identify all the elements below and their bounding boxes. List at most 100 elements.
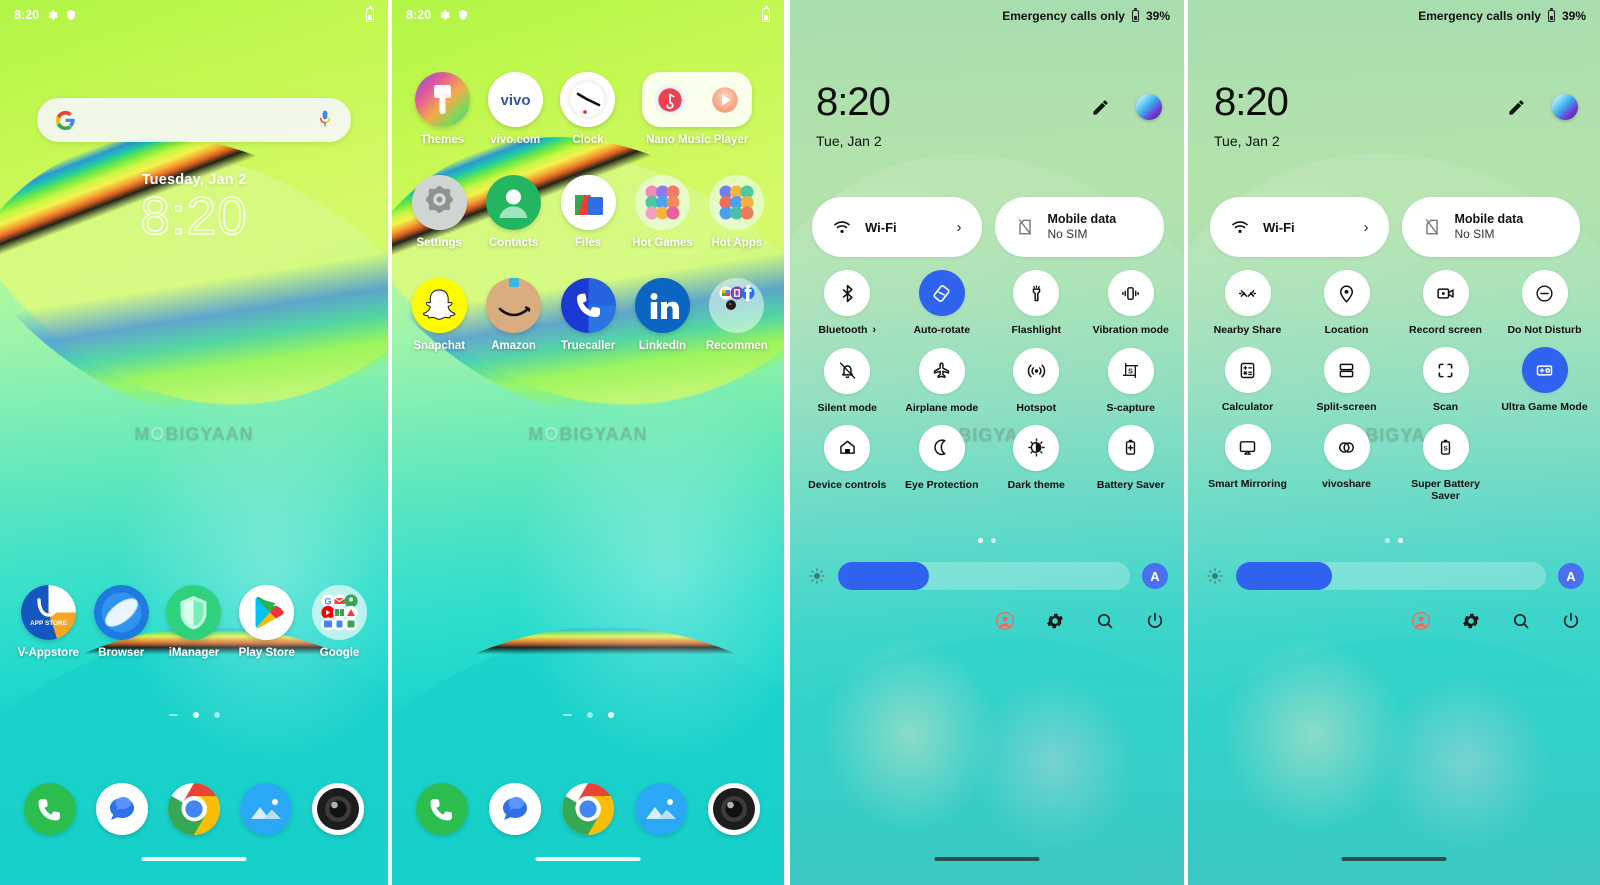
- tile-flashlight[interactable]: Flashlight: [989, 270, 1084, 337]
- dock-app-camera[interactable]: [302, 783, 374, 835]
- dock-app-gallery[interactable]: [624, 783, 697, 835]
- search-icon[interactable]: [1094, 610, 1116, 632]
- app-amazon[interactable]: Amazon: [476, 278, 550, 352]
- app-linkedin[interactable]: LinkedIn: [625, 278, 699, 352]
- nano-music-player-widget[interactable]: [642, 72, 753, 127]
- dock-app-messages[interactable]: [479, 783, 552, 835]
- dock-app-messages[interactable]: [86, 783, 158, 835]
- tile-location[interactable]: Location: [1297, 270, 1396, 336]
- home-app-play-store[interactable]: Play Store: [230, 585, 303, 659]
- widget-nano-music-player[interactable]: Nano Music Player: [624, 72, 770, 146]
- navigation-bar-handle[interactable]: [141, 857, 247, 861]
- home-app-imanager[interactable]: iManager: [158, 585, 231, 659]
- app-snapchat[interactable]: Snapchat: [402, 278, 476, 352]
- page-dot[interactable]: [1398, 538, 1403, 543]
- mobile-data-card[interactable]: Mobile data No SIM: [1401, 197, 1580, 257]
- qs-page-indicator[interactable]: [1188, 538, 1600, 543]
- tile-do-not-disturb[interactable]: Do Not Disturb: [1495, 270, 1594, 336]
- app-files[interactable]: Files: [551, 175, 625, 249]
- navigation-bar-handle[interactable]: [934, 857, 1040, 861]
- navigation-bar-handle[interactable]: [535, 857, 641, 861]
- page-indicator[interactable]: [392, 712, 784, 718]
- mobile-data-title: Mobile data: [1454, 211, 1524, 226]
- home-app-v-appstore[interactable]: APP STORE V-Appstore: [12, 585, 85, 659]
- dock-app-phone[interactable]: [14, 783, 86, 835]
- page-dot[interactable]: [192, 712, 199, 718]
- folder-hot-games[interactable]: Hot Games: [625, 175, 699, 249]
- user-icon[interactable]: [994, 610, 1016, 632]
- page-dot[interactable]: [978, 538, 983, 543]
- brightness-slider[interactable]: [1236, 562, 1546, 590]
- microphone-icon[interactable]: [317, 109, 333, 131]
- tile-split-screen[interactable]: Split-screen: [1297, 347, 1396, 413]
- wifi-card[interactable]: Wi-Fi ›: [812, 197, 982, 257]
- app-truecaller[interactable]: Truecaller: [551, 278, 625, 352]
- page-indicator[interactable]: [0, 712, 388, 718]
- mobile-data-card[interactable]: Mobile data No SIM: [994, 197, 1164, 257]
- page-dot[interactable]: [213, 712, 220, 718]
- brightness-slider[interactable]: [838, 562, 1130, 590]
- tile-dark-theme[interactable]: Dark theme: [989, 424, 1084, 491]
- search-icon[interactable]: [1510, 610, 1532, 632]
- page-dot[interactable]: [607, 712, 614, 718]
- tile-battery-saver[interactable]: Battery Saver: [1084, 424, 1179, 491]
- folder-hot-apps[interactable]: Hot Apps: [700, 175, 774, 249]
- power-icon[interactable]: [1144, 610, 1166, 632]
- auto-brightness-button[interactable]: A: [1142, 563, 1168, 589]
- app-themes[interactable]: Themes: [406, 72, 479, 146]
- home-folder-google[interactable]: G Google: [303, 585, 376, 659]
- tile-silent-mode[interactable]: Silent mode: [800, 347, 895, 414]
- page-dot[interactable]: [586, 712, 593, 718]
- vivo-blob-icon[interactable]: [1136, 94, 1162, 120]
- dock-app-gallery[interactable]: [230, 783, 302, 835]
- pencil-icon[interactable]: [1091, 98, 1110, 117]
- dock-app-camera[interactable]: [697, 783, 770, 835]
- tile-smart-mirroring[interactable]: Smart Mirroring: [1198, 424, 1297, 502]
- tile-calculator[interactable]: Calculator: [1198, 347, 1297, 413]
- dock-app-chrome[interactable]: [158, 783, 230, 835]
- chevron-right-icon[interactable]: ›: [1364, 219, 1369, 236]
- wifi-card[interactable]: Wi-Fi ›: [1210, 197, 1389, 257]
- app-vivo-com[interactable]: vivo vivo.com: [479, 72, 552, 146]
- tile-device-controls[interactable]: Device controls: [800, 424, 895, 491]
- page-dot[interactable]: [1385, 538, 1390, 543]
- tile-ultra-game-mode[interactable]: Ultra Game Mode: [1495, 347, 1594, 413]
- tile-airplane-mode[interactable]: Airplane mode: [895, 347, 990, 414]
- tile-auto-rotate[interactable]: Auto-rotate: [895, 270, 990, 337]
- clock-widget[interactable]: Tuesday, Jan 2 8:20: [0, 172, 388, 244]
- auto-brightness-button[interactable]: A: [1558, 563, 1584, 589]
- user-icon[interactable]: [1410, 610, 1432, 632]
- qs-page-indicator[interactable]: [790, 538, 1184, 543]
- tile-s-capture[interactable]: S S-capture: [1084, 347, 1179, 414]
- tile-nearby-share[interactable]: Nearby Share: [1198, 270, 1297, 336]
- tile-record-screen[interactable]: Record screen: [1396, 270, 1495, 336]
- chevron-right-icon[interactable]: ›: [872, 324, 876, 337]
- tile-super-battery-saver[interactable]: S Super Battery Saver: [1396, 424, 1495, 502]
- navigation-bar-handle[interactable]: [1341, 857, 1447, 861]
- power-icon[interactable]: [1560, 610, 1582, 632]
- chevron-right-icon[interactable]: ›: [957, 219, 962, 236]
- dock-app-phone[interactable]: [406, 783, 479, 835]
- tile-vivoshare[interactable]: vivoshare: [1297, 424, 1396, 502]
- page-dot-menu[interactable]: [562, 714, 572, 716]
- folder-recommend[interactable]: Recommen: [700, 278, 774, 352]
- page-dot[interactable]: [991, 538, 996, 543]
- quick-settings-page2-panel: Emergency calls only 39% 8:20 Tue, Jan 2: [1188, 0, 1600, 885]
- gear-icon[interactable]: [1044, 610, 1066, 632]
- tile-eye-protection[interactable]: Eye Protection: [895, 424, 990, 491]
- app-clock[interactable]: Clock: [552, 72, 625, 146]
- page-dot-menu[interactable]: [168, 714, 178, 716]
- vivo-blob-icon[interactable]: [1552, 94, 1578, 120]
- gear-icon[interactable]: [1460, 610, 1482, 632]
- app-contacts[interactable]: Contacts: [476, 175, 550, 249]
- home-app-browser[interactable]: Browser: [85, 585, 158, 659]
- app-settings[interactable]: Settings: [402, 175, 476, 249]
- dock-app-chrome[interactable]: [552, 783, 625, 835]
- google-search-widget[interactable]: [37, 98, 351, 142]
- tile-scan[interactable]: Scan: [1396, 347, 1495, 413]
- pencil-icon[interactable]: [1507, 98, 1526, 117]
- svg-text:vivo: vivo: [500, 92, 530, 109]
- tile-bluetooth[interactable]: Bluetooth ›: [800, 270, 895, 337]
- tile-hotspot[interactable]: Hotspot: [989, 347, 1084, 414]
- tile-vibration-mode[interactable]: Vibration mode: [1084, 270, 1179, 337]
